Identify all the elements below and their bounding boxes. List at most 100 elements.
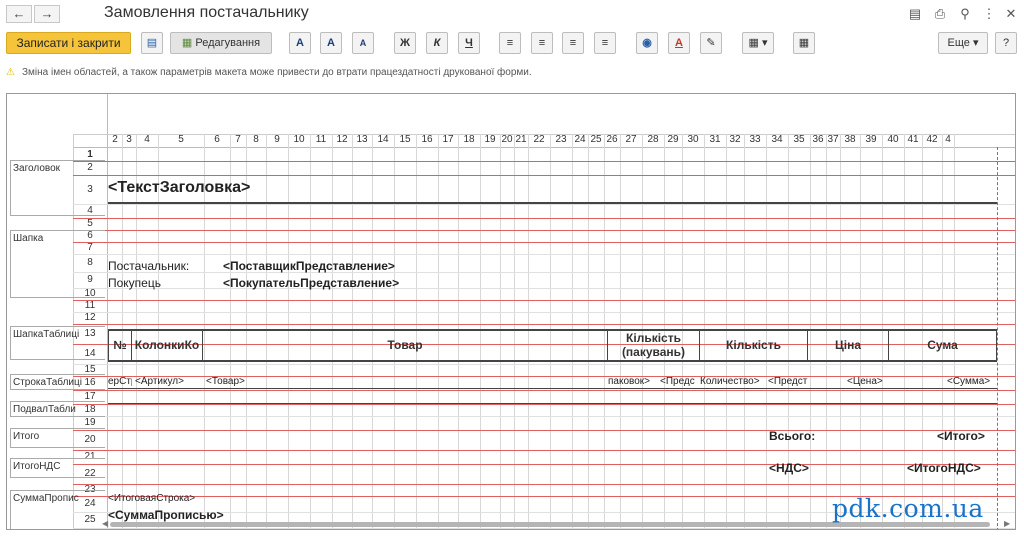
column-header[interactable]: 23 <box>550 134 572 146</box>
column-header[interactable]: 3 <box>122 134 136 146</box>
row-qty-cell[interactable]: Количество> <box>700 376 766 387</box>
column-header[interactable]: 26 <box>604 134 620 146</box>
column-header[interactable]: 35 <box>788 134 810 146</box>
save-icon[interactable]: ▤ <box>906 5 924 23</box>
spreadsheet[interactable]: 2 3 4 5 6 7 8 9 10 11 12 13 14 15 16 17 18 19 20 21 22 23 24 25… <box>6 93 1016 530</box>
area-stroka-tablytsi[interactable]: СтрокаТаблиці <box>10 374 105 390</box>
total-label-cell[interactable]: Всього: <box>769 429 815 443</box>
column-header[interactable]: 2 <box>108 134 122 146</box>
fill-color-icon[interactable]: ◉ <box>636 32 658 54</box>
area-summa-propysom[interactable]: СуммаПропис <box>10 490 105 529</box>
preview-icon[interactable]: ⚲ <box>956 5 974 23</box>
column-header[interactable]: 40 <box>882 134 904 146</box>
column-header[interactable]: 22 <box>528 134 550 146</box>
column-header[interactable]: 38 <box>840 134 860 146</box>
supplier-label-cell[interactable]: Постачальник: <box>108 259 189 273</box>
column-header[interactable]: 29 <box>664 134 682 146</box>
total-line-cell[interactable]: <ИтоговаяСтрока> <box>108 493 195 504</box>
buyer-label-cell[interactable]: Покупець <box>108 276 161 290</box>
column-header[interactable]: 4 <box>136 134 158 146</box>
column-header[interactable]: 25 <box>588 134 604 146</box>
column-header[interactable]: 11 <box>310 134 332 146</box>
column-header[interactable]: 17 <box>438 134 458 146</box>
column-header[interactable]: 20 <box>500 134 514 146</box>
column-header[interactable]: 4 <box>942 134 954 146</box>
vat-label-cell[interactable]: <НДС> <box>769 461 809 475</box>
row-article-cell[interactable]: <Артикул> <box>135 376 184 387</box>
align-justify-icon[interactable]: ≡ <box>594 32 616 54</box>
area-shapka-tablytsi[interactable]: ШапкаТаблиці <box>10 326 105 360</box>
column-header[interactable]: 7 <box>230 134 246 146</box>
underline-button[interactable]: Ч <box>458 32 480 54</box>
area-podval-tablytsi[interactable]: ПодвалТабли <box>10 401 105 417</box>
column-header[interactable]: 14 <box>372 134 394 146</box>
column-header[interactable]: 18 <box>458 134 480 146</box>
vat-value-cell[interactable]: <ИтогоНДС> <box>907 461 981 475</box>
scroll-right-icon[interactable]: ▶ <box>1004 519 1010 528</box>
back-arrow-icon[interactable]: ← <box>6 5 32 23</box>
forward-arrow-icon[interactable]: → <box>34 5 60 23</box>
align-center-icon[interactable]: ≡ <box>531 32 553 54</box>
table-icon[interactable]: ▦ <box>793 32 815 54</box>
font-button[interactable]: A <box>289 32 311 54</box>
row-pred1-cell[interactable]: <Предс <box>660 376 700 387</box>
row-header[interactable]: 5 <box>73 218 107 230</box>
header-qty-packages-cell[interactable]: Кількість (пакувань) <box>608 329 700 361</box>
row-goods-cell[interactable]: <Товар> <box>206 376 245 387</box>
column-header[interactable]: 24 <box>572 134 588 146</box>
text-color-icon[interactable]: A <box>668 32 690 54</box>
align-left-icon[interactable]: ≡ <box>499 32 521 54</box>
column-header[interactable]: 10 <box>288 134 310 146</box>
column-header[interactable]: 27 <box>620 134 642 146</box>
column-header[interactable]: 30 <box>682 134 704 146</box>
column-header[interactable]: 8 <box>246 134 266 146</box>
menu-dots-icon[interactable]: ⋮ <box>980 5 998 23</box>
column-header[interactable]: 28 <box>642 134 664 146</box>
font-increase-button[interactable]: A <box>320 32 342 54</box>
column-header[interactable]: 21 <box>514 134 528 146</box>
supplier-value-cell[interactable]: <ПоставщикПредставление> <box>223 259 395 273</box>
column-header[interactable]: 41 <box>904 134 922 146</box>
column-header[interactable]: 39 <box>860 134 882 146</box>
header-number-cell[interactable]: № <box>108 329 132 361</box>
column-header[interactable]: 13 <box>352 134 372 146</box>
help-button[interactable]: ? <box>995 32 1017 54</box>
header-columns-cell[interactable]: КолонкиКо <box>132 329 203 361</box>
column-header[interactable]: 42 <box>922 134 942 146</box>
header-price-cell[interactable]: Ціна <box>808 329 889 361</box>
column-header[interactable]: 33 <box>744 134 766 146</box>
area-itogo-nds[interactable]: ИтогоНДС <box>10 458 105 478</box>
bold-button[interactable]: Ж <box>394 32 416 54</box>
header-goods-cell[interactable]: Товар <box>203 329 608 361</box>
row-header[interactable]: 11 <box>73 300 107 312</box>
buyer-value-cell[interactable]: <ПокупательПредставление> <box>223 276 399 290</box>
save-close-button[interactable]: Записати і закрити <box>6 32 131 54</box>
more-button[interactable]: Еще ▾ <box>938 32 988 54</box>
row-sum-cell[interactable]: <Сумма> <box>947 376 990 387</box>
row-pred2-cell[interactable]: <Предст <box>768 376 808 387</box>
column-header[interactable]: 9 <box>266 134 288 146</box>
row-packages-cell[interactable]: паковок> <box>608 376 658 387</box>
column-header[interactable]: 32 <box>726 134 744 146</box>
row-header[interactable]: 12 <box>73 312 107 324</box>
area-zaholovok[interactable]: Заголовок <box>10 160 105 216</box>
header-qty-cell[interactable]: Кількість <box>700 329 808 361</box>
align-right-icon[interactable]: ≡ <box>562 32 584 54</box>
row-number-cell[interactable]: ерСтр <box>108 376 132 387</box>
save-disk-icon[interactable]: ▤ <box>141 32 163 54</box>
column-header[interactable]: 37 <box>826 134 840 146</box>
column-header[interactable]: 5 <box>158 134 204 146</box>
close-icon[interactable]: ✕ <box>1002 5 1020 23</box>
print-icon[interactable]: ⎙ <box>931 5 949 23</box>
highlight-pen-icon[interactable]: ✎ <box>700 32 722 54</box>
font-decrease-button[interactable]: A <box>352 32 374 54</box>
column-header[interactable]: 15 <box>394 134 416 146</box>
area-shapka[interactable]: Шапка <box>10 230 105 298</box>
total-value-cell[interactable]: <Итого> <box>937 429 985 443</box>
column-header[interactable]: 12 <box>332 134 352 146</box>
column-header[interactable]: 36 <box>810 134 826 146</box>
row-header[interactable]: 1 <box>73 149 107 161</box>
borders-dropdown-icon[interactable]: ▦ ▾ <box>742 32 774 54</box>
column-header[interactable]: 16 <box>416 134 438 146</box>
title-parameter-cell[interactable]: <ТекстЗаголовка> <box>108 179 250 197</box>
